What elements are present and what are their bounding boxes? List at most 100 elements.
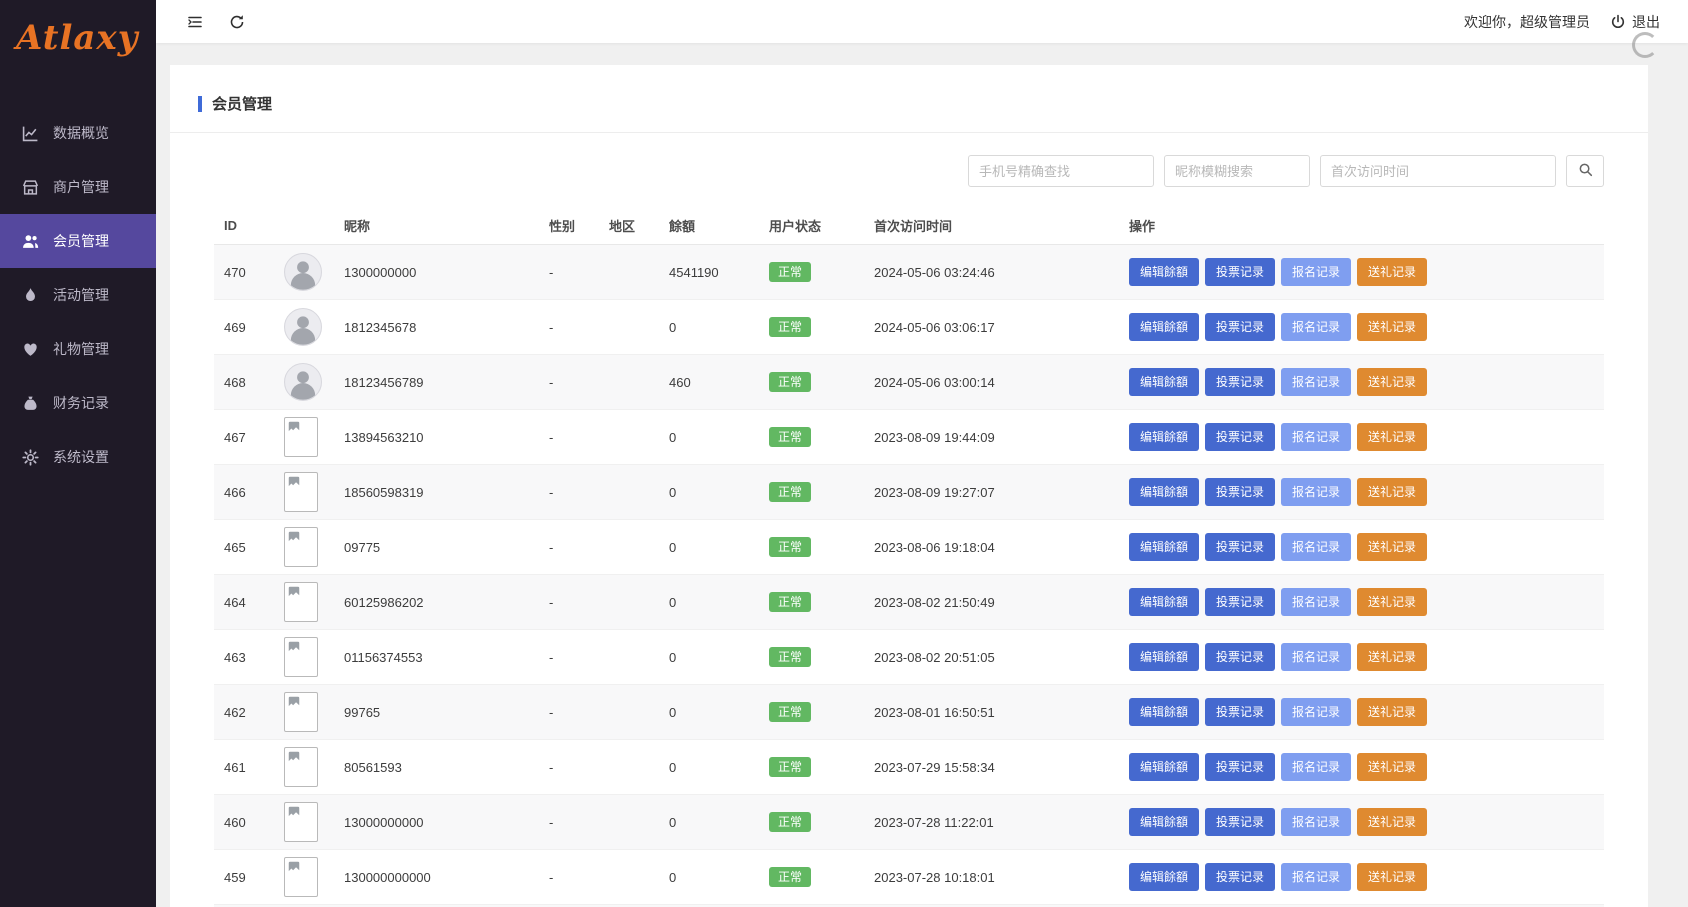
- edit-balance-button[interactable]: 编辑餘額: [1129, 533, 1199, 561]
- vote-record-button[interactable]: 投票记录: [1205, 533, 1275, 561]
- member-actions: 编辑餘額投票记录报名记录送礼记录: [1119, 850, 1604, 905]
- edit-balance-button[interactable]: 编辑餘額: [1129, 368, 1199, 396]
- broken-image-icon: [284, 527, 318, 567]
- collapse-menu-icon[interactable]: [186, 13, 204, 31]
- sidebar-item-gear[interactable]: 系统设置: [0, 430, 156, 484]
- logout-button[interactable]: 退出: [1610, 12, 1660, 32]
- member-first-visit: 2023-08-02 20:51:05: [864, 630, 1119, 685]
- user-avatar: [284, 308, 322, 346]
- signup-record-button[interactable]: 报名记录: [1281, 478, 1351, 506]
- status-badge: 正常: [769, 537, 811, 557]
- avatar-cell: [274, 245, 334, 300]
- member-nickname: 13894563210: [334, 410, 539, 465]
- signup-record-button[interactable]: 报名记录: [1281, 698, 1351, 726]
- chart-line-icon: [22, 125, 39, 142]
- edit-balance-button[interactable]: 编辑餘額: [1129, 588, 1199, 616]
- gift-record-button[interactable]: 送礼记录: [1357, 808, 1427, 836]
- member-id: 470: [214, 245, 274, 300]
- signup-record-button[interactable]: 报名记录: [1281, 753, 1351, 781]
- vote-record-button[interactable]: 投票记录: [1205, 808, 1275, 836]
- member-row: 46301156374553-0正常2023-08-02 20:51:05编辑餘…: [214, 630, 1604, 685]
- vote-record-button[interactable]: 投票记录: [1205, 863, 1275, 891]
- phone-search-input[interactable]: [968, 155, 1154, 187]
- users-icon: [22, 233, 39, 250]
- edit-balance-button[interactable]: 编辑餘額: [1129, 698, 1199, 726]
- sidebar-item-chart-line[interactable]: 数据概览: [0, 106, 156, 160]
- edit-balance-button[interactable]: 编辑餘額: [1129, 313, 1199, 341]
- sidebar-item-shop[interactable]: 商户管理: [0, 160, 156, 214]
- signup-record-button[interactable]: 报名记录: [1281, 588, 1351, 616]
- sidebar-item-gift[interactable]: 礼物管理: [0, 322, 156, 376]
- member-gender: -: [539, 685, 599, 740]
- signup-record-button[interactable]: 报名记录: [1281, 368, 1351, 396]
- sidebar-item-label: 数据概览: [53, 123, 109, 143]
- table-body: 4701300000000-4541190正常2024-05-06 03:24:…: [214, 245, 1604, 907]
- vote-record-button[interactable]: 投票记录: [1205, 753, 1275, 781]
- nickname-search-input[interactable]: [1164, 155, 1310, 187]
- gift-record-button[interactable]: 送礼记录: [1357, 313, 1427, 341]
- member-status: 正常: [759, 300, 864, 355]
- member-actions: 编辑餘額投票记录报名记录送礼记录: [1119, 465, 1604, 520]
- member-status: 正常: [759, 520, 864, 575]
- signup-record-button[interactable]: 报名记录: [1281, 258, 1351, 286]
- avatar-cell: [274, 685, 334, 740]
- sidebar-item-users[interactable]: 会员管理: [0, 214, 156, 268]
- member-gender: -: [539, 465, 599, 520]
- edit-balance-button[interactable]: 编辑餘額: [1129, 643, 1199, 671]
- gift-record-button[interactable]: 送礼记录: [1357, 423, 1427, 451]
- signup-record-button[interactable]: 报名记录: [1281, 313, 1351, 341]
- status-badge: 正常: [769, 262, 811, 282]
- vote-record-button[interactable]: 投票记录: [1205, 423, 1275, 451]
- avatar-cell: [274, 355, 334, 410]
- first-visit-input[interactable]: [1320, 155, 1556, 187]
- member-gender: -: [539, 795, 599, 850]
- sidebar-item-fire[interactable]: 活动管理: [0, 268, 156, 322]
- edit-balance-button[interactable]: 编辑餘額: [1129, 753, 1199, 781]
- vote-record-button[interactable]: 投票记录: [1205, 313, 1275, 341]
- edit-balance-button[interactable]: 编辑餘額: [1129, 808, 1199, 836]
- status-badge: 正常: [769, 757, 811, 777]
- topbar: 欢迎你，超级管理员 退出: [156, 0, 1688, 43]
- member-gender: -: [539, 850, 599, 905]
- member-region: [599, 685, 659, 740]
- gift-record-button[interactable]: 送礼记录: [1357, 643, 1427, 671]
- vote-record-button[interactable]: 投票记录: [1205, 588, 1275, 616]
- gift-record-button[interactable]: 送礼记录: [1357, 698, 1427, 726]
- signup-record-button[interactable]: 报名记录: [1281, 423, 1351, 451]
- vote-record-button[interactable]: 投票记录: [1205, 478, 1275, 506]
- gift-record-button[interactable]: 送礼记录: [1357, 753, 1427, 781]
- gift-record-button[interactable]: 送礼记录: [1357, 368, 1427, 396]
- broken-image-icon: [284, 637, 318, 677]
- signup-record-button[interactable]: 报名记录: [1281, 643, 1351, 671]
- signup-record-button[interactable]: 报名记录: [1281, 808, 1351, 836]
- vote-record-button[interactable]: 投票记录: [1205, 643, 1275, 671]
- fire-icon: [22, 287, 39, 304]
- member-actions: 编辑餘額投票记录报名记录送礼记录: [1119, 520, 1604, 575]
- signup-record-button[interactable]: 报名记录: [1281, 863, 1351, 891]
- edit-balance-button[interactable]: 编辑餘額: [1129, 478, 1199, 506]
- member-status: 正常: [759, 355, 864, 410]
- gift-record-button[interactable]: 送礼记录: [1357, 863, 1427, 891]
- finance-icon: [22, 395, 39, 412]
- edit-balance-button[interactable]: 编辑餘額: [1129, 423, 1199, 451]
- refresh-icon[interactable]: [228, 13, 246, 31]
- sidebar-item-label: 财务记录: [53, 393, 109, 413]
- gift-record-button[interactable]: 送礼记录: [1357, 258, 1427, 286]
- gift-record-button[interactable]: 送礼记录: [1357, 588, 1427, 616]
- signup-record-button[interactable]: 报名记录: [1281, 533, 1351, 561]
- vote-record-button[interactable]: 投票记录: [1205, 698, 1275, 726]
- gift-record-button[interactable]: 送礼记录: [1357, 478, 1427, 506]
- status-badge: 正常: [769, 372, 811, 392]
- edit-balance-button[interactable]: 编辑餘額: [1129, 258, 1199, 286]
- member-region: [599, 410, 659, 465]
- member-gender: -: [539, 520, 599, 575]
- gift-record-button[interactable]: 送礼记录: [1357, 533, 1427, 561]
- sidebar-item-finance[interactable]: 财务记录: [0, 376, 156, 430]
- vote-record-button[interactable]: 投票记录: [1205, 368, 1275, 396]
- vote-record-button[interactable]: 投票记录: [1205, 258, 1275, 286]
- edit-balance-button[interactable]: 编辑餘額: [1129, 863, 1199, 891]
- status-badge: 正常: [769, 812, 811, 832]
- search-button[interactable]: [1566, 155, 1604, 187]
- member-balance: 0: [659, 575, 759, 630]
- member-actions: 编辑餘額投票记录报名记录送礼记录: [1119, 355, 1604, 410]
